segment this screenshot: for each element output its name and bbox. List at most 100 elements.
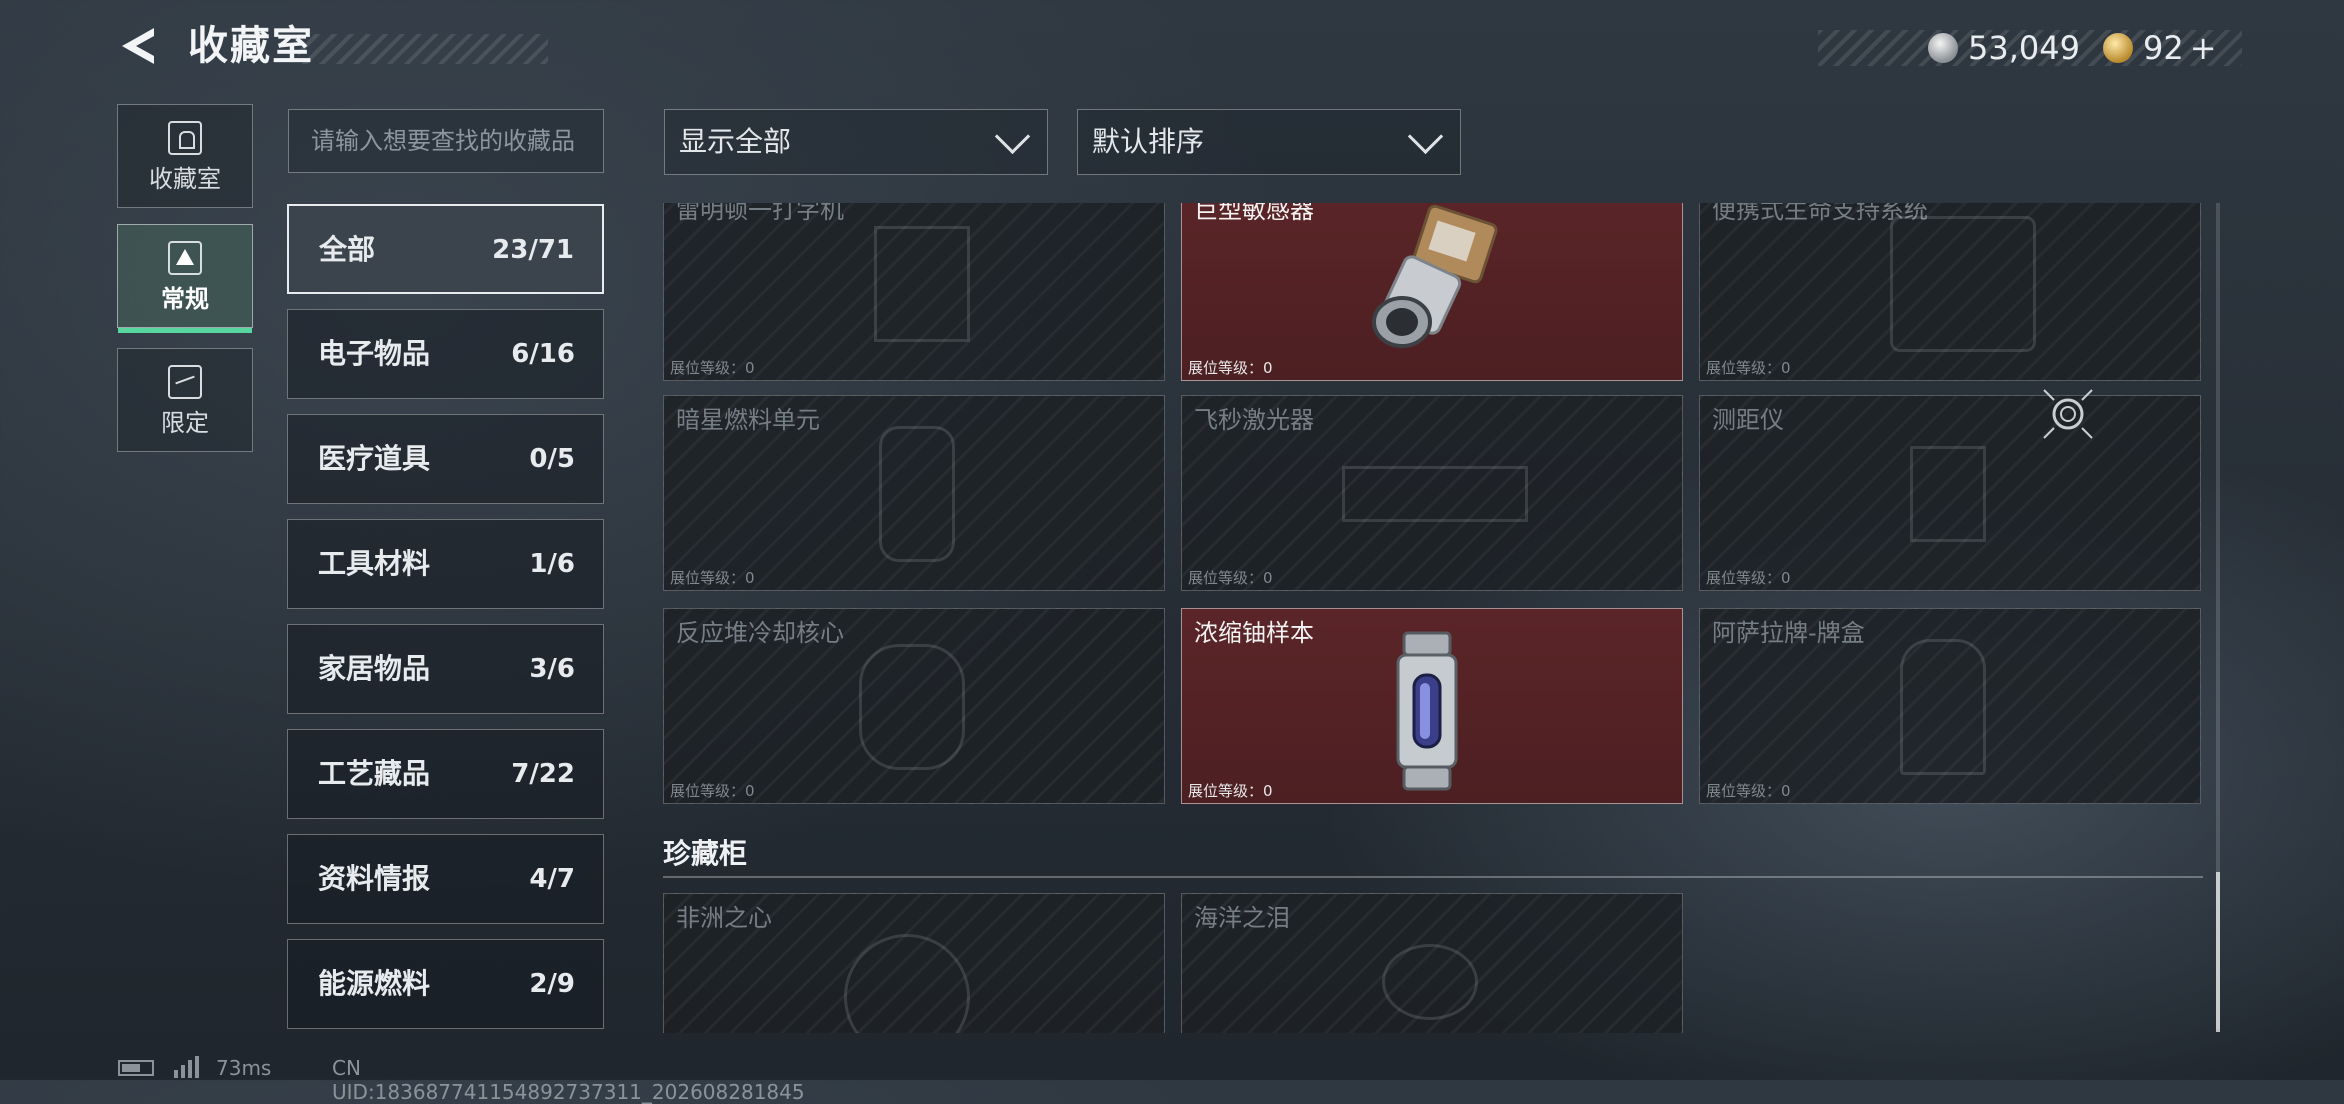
category-count: 2/9	[529, 969, 575, 999]
item-name: 暗星燃料单元	[676, 406, 820, 434]
section-divider	[663, 876, 2203, 878]
section-title: 珍藏柜	[663, 837, 748, 870]
collection-card[interactable]: 阿萨拉牌-牌盒 展位等级：0	[1699, 608, 2201, 804]
collection-room-icon	[168, 121, 202, 155]
category-name: 医疗道具	[318, 442, 431, 475]
category-count: 0/5	[529, 444, 575, 474]
category-count: 7/22	[511, 759, 575, 789]
scrollbar-thumb[interactable]	[2216, 872, 2220, 1032]
item-name: 反应堆冷却核心	[676, 619, 844, 647]
category-count: 3/6	[529, 654, 575, 684]
item-name: 巨型敏感器	[1194, 203, 1314, 224]
item-level: 展位等级：0	[1706, 359, 1791, 377]
category-name: 家居物品	[318, 652, 431, 685]
page-title: 收藏室	[188, 23, 314, 69]
gold-currency-value[interactable]: 92 +	[2143, 30, 2217, 66]
category-crafts[interactable]: 工艺藏品 7/22	[287, 729, 604, 819]
item-silhouette	[879, 426, 955, 562]
collection-card[interactable]: 反应堆冷却核心 展位等级：0	[663, 608, 1165, 804]
target-icon	[2043, 389, 2093, 439]
category-energy[interactable]: 能源燃料 2/9	[287, 939, 604, 1029]
category-count: 23/71	[492, 235, 574, 265]
show-filter-value: 显示全部	[679, 125, 792, 158]
collection-card[interactable]: 飞秒激光器 展位等级：0	[1181, 395, 1683, 591]
collection-card[interactable]: 雷明顿一打字机 展位等级：0	[663, 203, 1165, 381]
nav-collection-room[interactable]: 收藏室	[117, 104, 253, 208]
category-all[interactable]: 全部 23/71	[287, 204, 604, 294]
treasure-name: 非洲之心	[676, 904, 772, 932]
category-count: 1/6	[529, 549, 575, 579]
category-name: 工具材料	[318, 547, 431, 580]
show-filter-dropdown[interactable]: 显示全部	[664, 109, 1048, 175]
add-currency-icon: +	[2189, 29, 2217, 67]
silver-currency-value: 53,049	[1968, 29, 2080, 67]
sort-dropdown[interactable]: 默认排序	[1077, 109, 1461, 175]
item-level: 展位等级：0	[1706, 782, 1791, 800]
category-tools[interactable]: 工具材料 1/6	[287, 519, 604, 609]
category-name: 电子物品	[318, 337, 431, 370]
nav-label: 常规	[161, 285, 209, 313]
item-silhouette	[1900, 639, 1986, 775]
back-arrow-icon[interactable]	[118, 24, 162, 68]
item-name: 测距仪	[1712, 406, 1784, 434]
item-level: 展位等级：0	[1188, 569, 1273, 587]
battery-icon	[118, 1060, 154, 1076]
chevron-down-icon	[1407, 118, 1444, 155]
gold-coin-icon	[2103, 33, 2133, 63]
item-name: 雷明顿一打字机	[676, 203, 844, 224]
category-count: 6/16	[511, 339, 575, 369]
item-name: 阿萨拉牌-牌盒	[1712, 619, 1865, 647]
ping-value: 73ms	[216, 1056, 272, 1080]
collection-card[interactable]: 浓缩铀样本 展位等级：0	[1181, 608, 1683, 804]
uid-text: CN UID:183687741154892737311_20260828184…	[332, 1056, 805, 1104]
item-silhouette	[1890, 216, 2036, 352]
category-name: 资料情报	[318, 862, 431, 895]
item-silhouette	[844, 934, 970, 1033]
category-name: 能源燃料	[318, 967, 431, 1000]
item-level: 展位等级：0	[670, 782, 755, 800]
nav-label: 限定	[161, 409, 209, 437]
search-box[interactable]	[288, 109, 604, 173]
category-electronics[interactable]: 电子物品 6/16	[287, 309, 604, 399]
item-level: 展位等级：0	[670, 569, 755, 587]
collection-grid: 雷明顿一打字机 展位等级：0 巨型敏感器 展位等级：0 便携式生命支持系统 展位…	[663, 203, 2213, 1033]
item-silhouette	[874, 226, 970, 342]
nav-regular[interactable]: 常规	[117, 224, 253, 333]
collection-card[interactable]: 便携式生命支持系统 展位等级：0	[1699, 203, 2201, 381]
uranium-sample-item-image	[1396, 631, 1458, 791]
search-input[interactable]	[289, 110, 603, 172]
nav-limited[interactable]: 限定	[117, 348, 253, 452]
signal-icon	[174, 1056, 200, 1078]
category-count: 4/7	[529, 864, 575, 894]
item-level: 展位等级：0	[1188, 782, 1273, 800]
category-name: 全部	[319, 233, 376, 266]
currency-bar: 53,049 92 +	[1818, 30, 2242, 66]
regular-icon	[168, 241, 202, 275]
treasure-name: 海洋之泪	[1194, 904, 1290, 932]
item-name: 浓缩铀样本	[1194, 619, 1314, 647]
chevron-down-icon	[994, 118, 1031, 155]
treasure-card[interactable]: 非洲之心	[663, 893, 1165, 1033]
silver-coin-icon	[1928, 33, 1958, 63]
item-silhouette	[1342, 466, 1528, 522]
collection-card[interactable]: 巨型敏感器 展位等级：0	[1181, 203, 1683, 381]
category-intel[interactable]: 资料情报 4/7	[287, 834, 604, 924]
nav-label: 收藏室	[149, 165, 221, 193]
title-stripe-decoration	[298, 34, 548, 64]
title-bar: 收藏室	[118, 20, 548, 72]
collection-card[interactable]: 暗星燃料单元 展位等级：0	[663, 395, 1165, 591]
treasure-card[interactable]: 海洋之泪	[1181, 893, 1683, 1033]
item-name: 飞秒激光器	[1194, 406, 1314, 434]
limited-icon	[168, 365, 202, 399]
sort-value: 默认排序	[1092, 125, 1205, 158]
item-silhouette	[859, 644, 965, 770]
category-household[interactable]: 家居物品 3/6	[287, 624, 604, 714]
item-silhouette	[1382, 944, 1478, 1020]
category-medical[interactable]: 医疗道具 0/5	[287, 414, 604, 504]
collection-card[interactable]: 测距仪 展位等级：0	[1699, 395, 2201, 591]
item-level: 展位等级：0	[1188, 359, 1273, 377]
item-silhouette	[1910, 446, 1986, 542]
category-name: 工艺藏品	[318, 757, 431, 790]
item-level: 展位等级：0	[1706, 569, 1791, 587]
sensor-item-image	[1372, 204, 1498, 348]
